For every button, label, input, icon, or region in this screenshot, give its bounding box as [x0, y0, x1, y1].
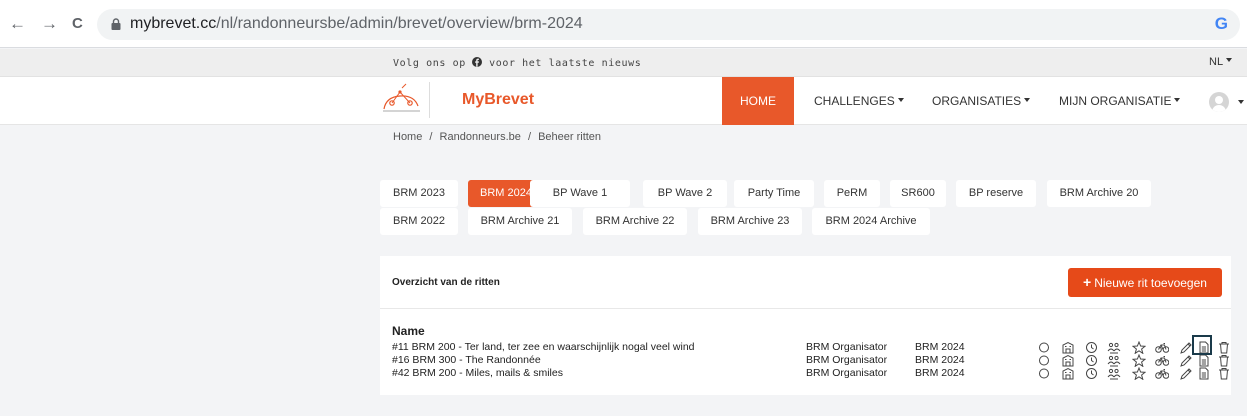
- document-icon[interactable]: [1197, 354, 1211, 367]
- back-button[interactable]: ←: [9, 14, 26, 34]
- pencil-icon[interactable]: [1179, 367, 1193, 380]
- chevron-down-icon: [897, 98, 904, 102]
- clock-icon[interactable]: [1085, 354, 1099, 367]
- table-row[interactable]: #11 BRM 200 - Ter land, ter zee en waars…: [380, 341, 1231, 354]
- avatar[interactable]: [1209, 92, 1229, 112]
- brand-name[interactable]: MyBrevet: [462, 91, 534, 109]
- tab-bp-wave-1[interactable]: BP Wave 1: [530, 180, 630, 207]
- trash-icon[interactable]: [1217, 367, 1231, 380]
- ride-name: #42 BRM 200 - Miles, mails & smiles: [392, 367, 563, 379]
- ride-series: BRM 2024: [915, 341, 965, 353]
- announcement-bar: Volg ons op voor het laatste nieuws NL: [0, 49, 1247, 77]
- circle-icon[interactable]: [1038, 341, 1052, 354]
- logo[interactable]: [380, 82, 430, 118]
- main-navbar: MyBrevet HOME CHALLENGES ORGANISATIES MI…: [0, 77, 1247, 125]
- ride-name: #11 BRM 200 - Ter land, ter zee en waars…: [392, 341, 695, 353]
- tab-brm-archive-22[interactable]: BRM Archive 22: [583, 208, 687, 235]
- tab-perm[interactable]: PeRM: [824, 180, 880, 207]
- lock-icon: [111, 18, 121, 30]
- building-icon[interactable]: [1061, 341, 1075, 354]
- tab-party-time[interactable]: Party Time: [734, 180, 814, 207]
- nav-home[interactable]: HOME: [722, 77, 794, 125]
- nav-challenges-label: CHALLENGES: [814, 94, 895, 108]
- add-ride-button[interactable]: + Nieuwe rit toevoegen: [1068, 268, 1222, 297]
- follow-suffix: voor het laatste nieuws: [489, 58, 642, 69]
- nav-mijn-organisatie[interactable]: MIJN ORGANISATIE: [1059, 77, 1181, 125]
- building-icon[interactable]: [1061, 367, 1075, 380]
- pencil-icon[interactable]: [1179, 354, 1193, 367]
- url-text: mybrevet.cc/nl/randonneursbe/admin/breve…: [130, 15, 583, 33]
- star-icon[interactable]: [1132, 354, 1146, 367]
- language-selector[interactable]: NL: [1209, 56, 1233, 68]
- group-icon[interactable]: [1107, 354, 1121, 367]
- document-icon[interactable]: [1197, 367, 1211, 380]
- url-host: mybrevet.cc: [130, 15, 217, 32]
- column-header-name: Name: [392, 324, 425, 338]
- pencil-icon[interactable]: [1179, 341, 1193, 354]
- rides-card: Overzicht van de ritten + Nieuwe rit toev…: [380, 256, 1231, 395]
- tab-sr600[interactable]: SR600: [890, 180, 946, 207]
- nav-mijn-organisatie-label: MIJN ORGANISATIE: [1059, 94, 1172, 108]
- tab-brm-2023[interactable]: BRM 2023: [380, 180, 458, 207]
- language-label: NL: [1209, 56, 1224, 68]
- tab-brm-2024-archive[interactable]: BRM 2024 Archive: [812, 208, 930, 235]
- chevron-down-icon: [1174, 98, 1181, 102]
- breadcrumb: Home / Randonneurs.be / Beheer ritten: [393, 131, 601, 143]
- nav-challenges[interactable]: CHALLENGES: [814, 77, 904, 125]
- group-icon[interactable]: [1107, 341, 1121, 354]
- chevron-down-icon: [1226, 58, 1233, 62]
- browser-toolbar: ← → C mybrevet.cc/nl/randonneursbe/admin…: [0, 0, 1247, 48]
- nav-organisaties[interactable]: ORGANISATIES: [932, 77, 1031, 125]
- tab-bp-wave-2[interactable]: BP Wave 2: [643, 180, 727, 207]
- document-icon-highlight: [1192, 335, 1212, 355]
- trash-icon[interactable]: [1217, 341, 1231, 354]
- logo-icon: [383, 83, 420, 112]
- tab-brm-archive-23[interactable]: BRM Archive 23: [698, 208, 802, 235]
- nav-organisaties-label: ORGANISATIES: [932, 94, 1022, 108]
- bicycle-icon[interactable]: [1155, 367, 1169, 380]
- card-header: Overzicht van de ritten + Nieuwe rit toev…: [380, 256, 1231, 309]
- google-icon[interactable]: G: [1215, 14, 1228, 34]
- plus-icon: +: [1083, 274, 1092, 290]
- circle-icon[interactable]: [1038, 354, 1052, 367]
- trash-icon[interactable]: [1217, 354, 1231, 367]
- ride-series: BRM 2024: [915, 367, 965, 379]
- bicycle-icon[interactable]: [1155, 341, 1169, 354]
- address-bar[interactable]: mybrevet.cc/nl/randonneursbe/admin/breve…: [97, 9, 1240, 40]
- follow-prefix: Volg ons op: [393, 58, 466, 69]
- card-title: Overzicht van de ritten: [392, 277, 500, 288]
- ride-organizer: BRM Organisator: [806, 341, 888, 353]
- bicycle-icon[interactable]: [1155, 354, 1169, 367]
- add-ride-label: Nieuwe rit toevoegen: [1094, 276, 1207, 290]
- ride-organizer: BRM Organisator: [806, 354, 888, 366]
- url-path: /nl/randonneursbe/admin/brevet/overview/…: [216, 15, 583, 32]
- star-icon[interactable]: [1132, 341, 1146, 354]
- clock-icon[interactable]: [1085, 341, 1099, 354]
- star-icon[interactable]: [1132, 367, 1146, 380]
- follow-text: Volg ons op voor het laatste nieuws: [393, 57, 641, 69]
- breadcrumb-home[interactable]: Home: [393, 131, 422, 143]
- group-icon[interactable]: [1107, 367, 1121, 380]
- chevron-down-icon[interactable]: [1238, 100, 1244, 104]
- building-icon[interactable]: [1061, 354, 1075, 367]
- ride-organizer: BRM Organisator: [806, 367, 888, 379]
- clock-icon[interactable]: [1085, 367, 1099, 380]
- reload-button[interactable]: C: [72, 15, 83, 32]
- facebook-icon[interactable]: [472, 57, 483, 67]
- table-row[interactable]: #42 BRM 200 - Miles, mails & smiles BRM O…: [380, 367, 1231, 380]
- tab-bp-reserve[interactable]: BP reserve: [956, 180, 1036, 207]
- breadcrumb-separator: /: [429, 131, 433, 143]
- table-row[interactable]: #16 BRM 300 - The Randonnée BRM Organisat…: [380, 354, 1231, 367]
- ride-series: BRM 2024: [915, 354, 965, 366]
- tab-brm-archive-20[interactable]: BRM Archive 20: [1047, 180, 1151, 207]
- forward-button[interactable]: →: [41, 14, 58, 34]
- breadcrumb-organisation[interactable]: Randonneurs.be: [440, 131, 521, 143]
- chevron-down-icon: [1024, 98, 1031, 102]
- tab-brm-2022[interactable]: BRM 2022: [380, 208, 458, 235]
- breadcrumb-separator: /: [527, 131, 531, 143]
- tab-brm-archive-21[interactable]: BRM Archive 21: [468, 208, 572, 235]
- ride-name: #16 BRM 300 - The Randonnée: [392, 354, 541, 366]
- circle-icon[interactable]: [1038, 367, 1052, 380]
- breadcrumb-current: Beheer ritten: [538, 131, 602, 143]
